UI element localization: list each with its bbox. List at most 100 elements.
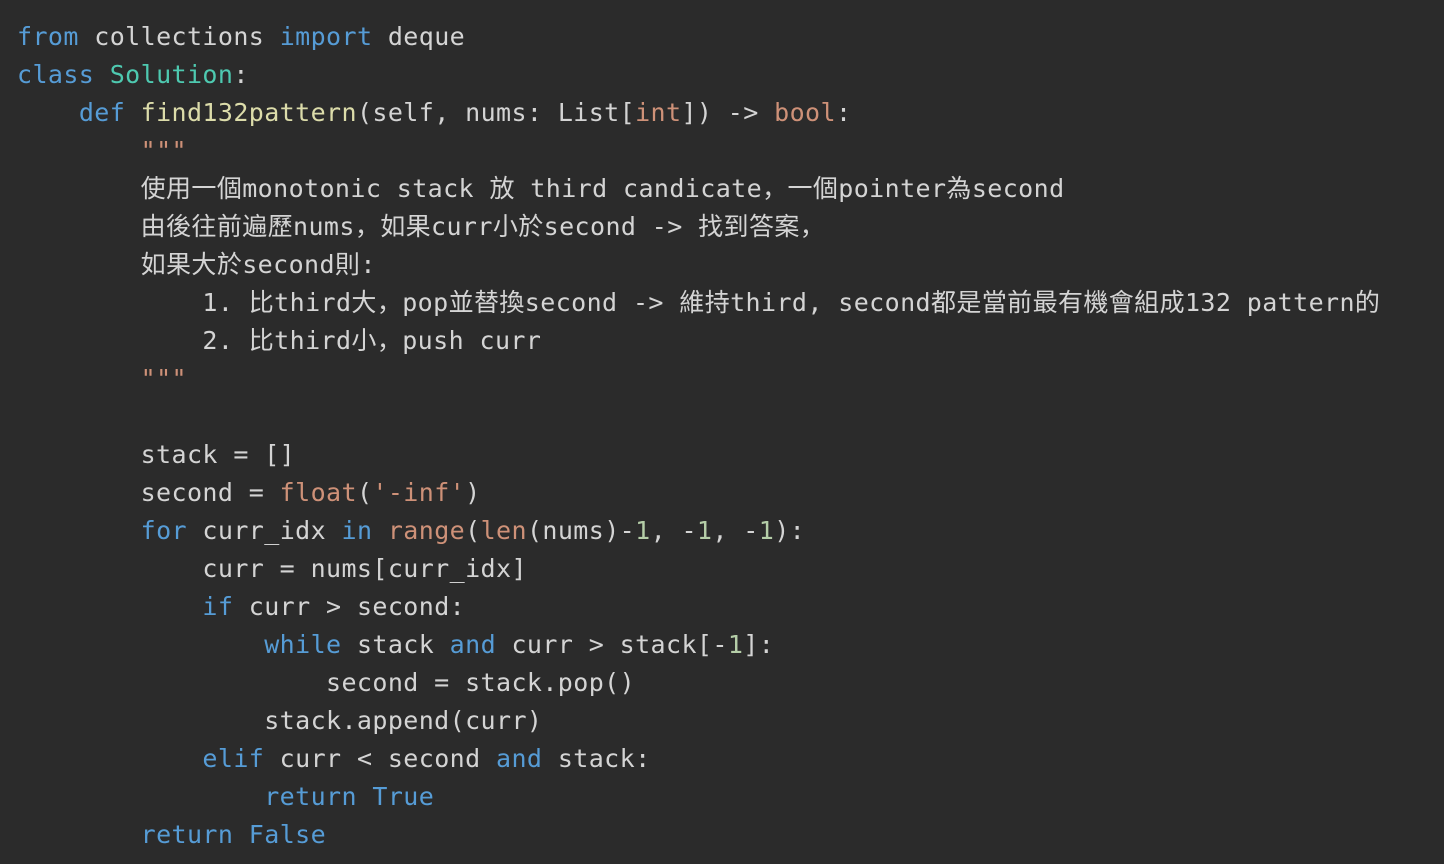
keyword-token: True — [372, 782, 435, 811]
builtin-token: len — [480, 516, 527, 545]
code-text: : — [835, 98, 852, 127]
code-line[interactable]: curr = nums[curr_idx] — [0, 550, 1444, 588]
code-line[interactable] — [0, 398, 1444, 436]
code-text: ]: — [743, 630, 775, 659]
code-line[interactable]: 使用一個monotonic stack 放 third candicate，一個… — [0, 170, 1444, 208]
code-text: curr_idx — [186, 516, 342, 545]
code-text: stack.append(curr) — [17, 706, 543, 735]
string-token: """ — [140, 364, 187, 393]
code-line[interactable]: 如果大於second則: — [0, 246, 1444, 284]
number-token: 1 — [635, 516, 651, 545]
function-name-token: find132pattern — [140, 98, 357, 127]
code-text: ): — [774, 516, 806, 545]
code-text: (self, nums: List[ — [356, 98, 636, 127]
code-line[interactable]: for curr_idx in range(len(nums)-1, -1, -… — [0, 512, 1444, 550]
code-line[interactable]: return True — [0, 778, 1444, 816]
code-text: , - — [650, 516, 697, 545]
code-line[interactable]: while stack and curr > stack[-1]: — [0, 626, 1444, 664]
keyword-token: and — [449, 630, 497, 659]
code-line[interactable]: elif curr < second and stack: — [0, 740, 1444, 778]
code-text: : — [233, 60, 249, 89]
number-token: 1 — [696, 516, 713, 545]
code-line[interactable]: second = float('-inf') — [0, 474, 1444, 512]
code-line[interactable]: def find132pattern(self, nums: List[int]… — [0, 94, 1444, 132]
keyword-token: and — [496, 744, 543, 773]
code-line[interactable]: 由後往前遍歷nums，如果curr小於second -> 找到答案， — [0, 208, 1444, 246]
code-line[interactable]: """ — [0, 360, 1444, 398]
code-text: curr = nums[curr_idx] — [17, 554, 527, 583]
string-token: """ — [140, 136, 187, 165]
code-text: stack = [] — [17, 440, 296, 469]
docstring-text: 1. 比third大，pop並替換second -> 維持third, seco… — [202, 288, 1381, 317]
keyword-token: class — [17, 60, 95, 89]
code-text: stack — [341, 630, 450, 659]
code-text: stack: — [542, 744, 651, 773]
string-token: '-inf' — [372, 478, 466, 507]
code-line[interactable]: if curr > second: — [0, 588, 1444, 626]
keyword-token: while — [264, 630, 342, 659]
code-line[interactable]: from collections import deque — [0, 18, 1444, 56]
keyword-token: from — [17, 22, 79, 51]
code-text: curr > second: — [233, 592, 466, 621]
code-line[interactable]: return False — [0, 816, 1444, 854]
builtin-token: int — [635, 98, 682, 127]
number-token: 1 — [758, 516, 775, 545]
keyword-token: False — [248, 820, 327, 849]
builtin-token: bool — [774, 98, 836, 127]
code-text: second = — [17, 478, 280, 507]
code-line[interactable]: stack = [] — [0, 436, 1444, 474]
code-line[interactable]: stack.append(curr) — [0, 702, 1444, 740]
code-line[interactable]: """ — [0, 132, 1444, 170]
code-line[interactable]: 1. 比third大，pop並替換second -> 維持third, seco… — [0, 284, 1444, 322]
builtin-token: float — [279, 478, 357, 507]
code-text: deque — [372, 22, 466, 51]
keyword-token: elif — [202, 744, 265, 773]
code-text: collections — [78, 22, 280, 51]
code-text: (nums)- — [526, 516, 636, 545]
class-name-token: Solution — [109, 60, 234, 89]
code-text: ( — [356, 478, 373, 507]
code-text: curr < second — [264, 744, 497, 773]
code-line[interactable]: 2. 比third小，push curr — [0, 322, 1444, 360]
code-editor[interactable]: from collections import deque class Solut… — [0, 0, 1444, 864]
code-line[interactable]: class Solution: — [0, 56, 1444, 94]
docstring-text: 使用一個monotonic stack 放 third candicate，一個… — [140, 174, 1065, 203]
keyword-token: return — [264, 782, 357, 811]
keyword-token: if — [202, 592, 234, 621]
code-text: ]) -> — [681, 98, 775, 127]
code-line[interactable]: second = stack.pop() — [0, 664, 1444, 702]
code-text: ( — [465, 516, 481, 545]
docstring-text: 由後往前遍歷nums，如果curr小於second -> 找到答案， — [140, 212, 826, 241]
code-text: , - — [712, 516, 759, 545]
code-text: ) — [465, 478, 481, 507]
docstring-text: 如果大於second則: — [140, 250, 376, 279]
docstring-text: 2. 比third小，push curr — [202, 326, 542, 355]
keyword-token: return — [140, 820, 234, 849]
keyword-token: import — [279, 22, 373, 51]
code-text: second = stack.pop() — [17, 668, 636, 697]
keyword-token: def — [78, 98, 126, 127]
keyword-token: in — [341, 516, 373, 545]
code-text: curr > stack[- — [496, 630, 728, 659]
number-token: 1 — [727, 630, 744, 659]
keyword-token: for — [140, 516, 187, 545]
